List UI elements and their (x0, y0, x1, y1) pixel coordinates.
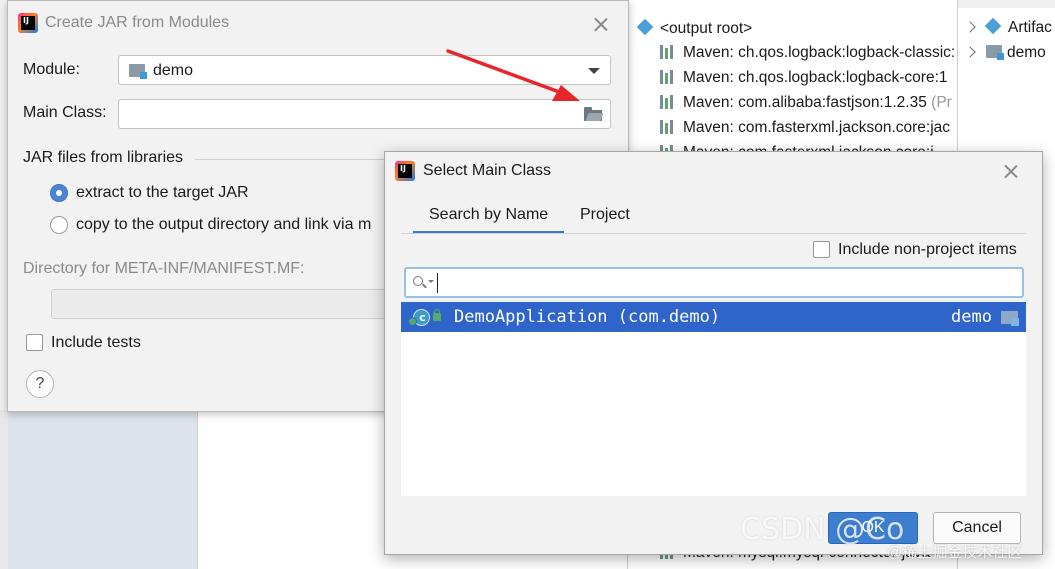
cancel-button[interactable]: Cancel (933, 512, 1021, 544)
dialog-title: Select Main Class (423, 162, 552, 179)
help-button[interactable]: ? (26, 370, 54, 398)
module-folder-icon (129, 64, 147, 79)
dialog-titlebar: IJ Create JAR from Modules (8, 1, 628, 47)
intellij-logo-icon: IJ (18, 13, 38, 33)
tree-item-library[interactable]: Maven: com.fasterxml.jackson.core:jac (660, 115, 950, 140)
watermark-sub: @稀土掘金技术社区 (887, 544, 1023, 561)
tab-search-by-name[interactable]: Search by Name (429, 206, 548, 232)
close-icon[interactable] (1003, 163, 1019, 179)
library-icon (660, 70, 676, 84)
list-item[interactable]: c DemoApplication (com.demo) demo (401, 302, 1026, 332)
search-icon[interactable] (413, 276, 434, 290)
tree-item-library[interactable]: Maven: com.alibaba:fastjson:1.2.35 (Pr (660, 90, 952, 115)
copy-radio[interactable] (50, 216, 68, 234)
result-class-name: DemoApplication (com.demo) (454, 307, 721, 327)
runnable-icon (408, 317, 417, 326)
tabs-divider (401, 233, 1026, 234)
library-icon (660, 45, 676, 59)
results-list: c DemoApplication (com.demo) demo (401, 302, 1026, 496)
annotation-arrow (446, 49, 580, 101)
tree-selection-highlight (8, 410, 197, 569)
artifact-icon (984, 17, 1002, 35)
project-tree-background (0, 410, 197, 569)
intellij-logo-icon: IJ (395, 161, 415, 181)
include-tests-label[interactable]: Include tests (51, 334, 141, 352)
module-dropdown-value: demo (153, 62, 194, 79)
select-main-class-dialog: IJ Select Main Class Search by Name Proj… (384, 151, 1043, 555)
libraries-section-title: JAR files from libraries (23, 149, 184, 166)
module-folder-icon (986, 45, 1004, 60)
module-folder-icon (1001, 311, 1019, 326)
library-icon (660, 95, 676, 109)
class-search-input[interactable] (404, 267, 1024, 298)
tree-item-demo[interactable]: demo (964, 40, 1046, 65)
chevron-right-icon[interactable] (964, 21, 976, 33)
tab-project[interactable]: Project (580, 206, 630, 232)
library-icon (660, 120, 676, 134)
extract-option-label[interactable]: extract to the target JAR (76, 184, 249, 202)
watermark: CSDN @Co (740, 512, 905, 547)
output-root-icon (636, 18, 654, 36)
extract-radio[interactable] (50, 184, 68, 202)
public-access-icon (433, 309, 441, 321)
tree-item-library[interactable]: Maven: ch.qos.logback:logback-classic: (660, 40, 955, 65)
result-module-name: demo (951, 307, 992, 327)
include-non-project-checkbox[interactable] (813, 241, 830, 258)
main-class-label: Main Class: (23, 104, 107, 121)
include-non-project-label[interactable]: Include non-project items (838, 241, 1017, 259)
available-elements-header (958, 0, 1055, 8)
manifest-dir-label: Directory for META-INF/MANIFEST.MF: (23, 260, 305, 277)
dialog-title: Create JAR from Modules (45, 14, 230, 31)
chevron-right-icon[interactable] (964, 46, 976, 58)
tree-item-artifacts[interactable]: Artifac (964, 15, 1052, 40)
include-tests-checkbox[interactable] (26, 334, 43, 351)
module-label: Module: (23, 61, 80, 78)
text-caret (437, 273, 438, 293)
close-icon[interactable] (593, 16, 609, 32)
copy-option-label[interactable]: copy to the output directory and link vi… (76, 216, 371, 234)
tree-item-library[interactable]: Maven: ch.qos.logback:logback-core:1 (660, 65, 948, 90)
tree-item-output-root[interactable]: <output root> (636, 16, 752, 41)
